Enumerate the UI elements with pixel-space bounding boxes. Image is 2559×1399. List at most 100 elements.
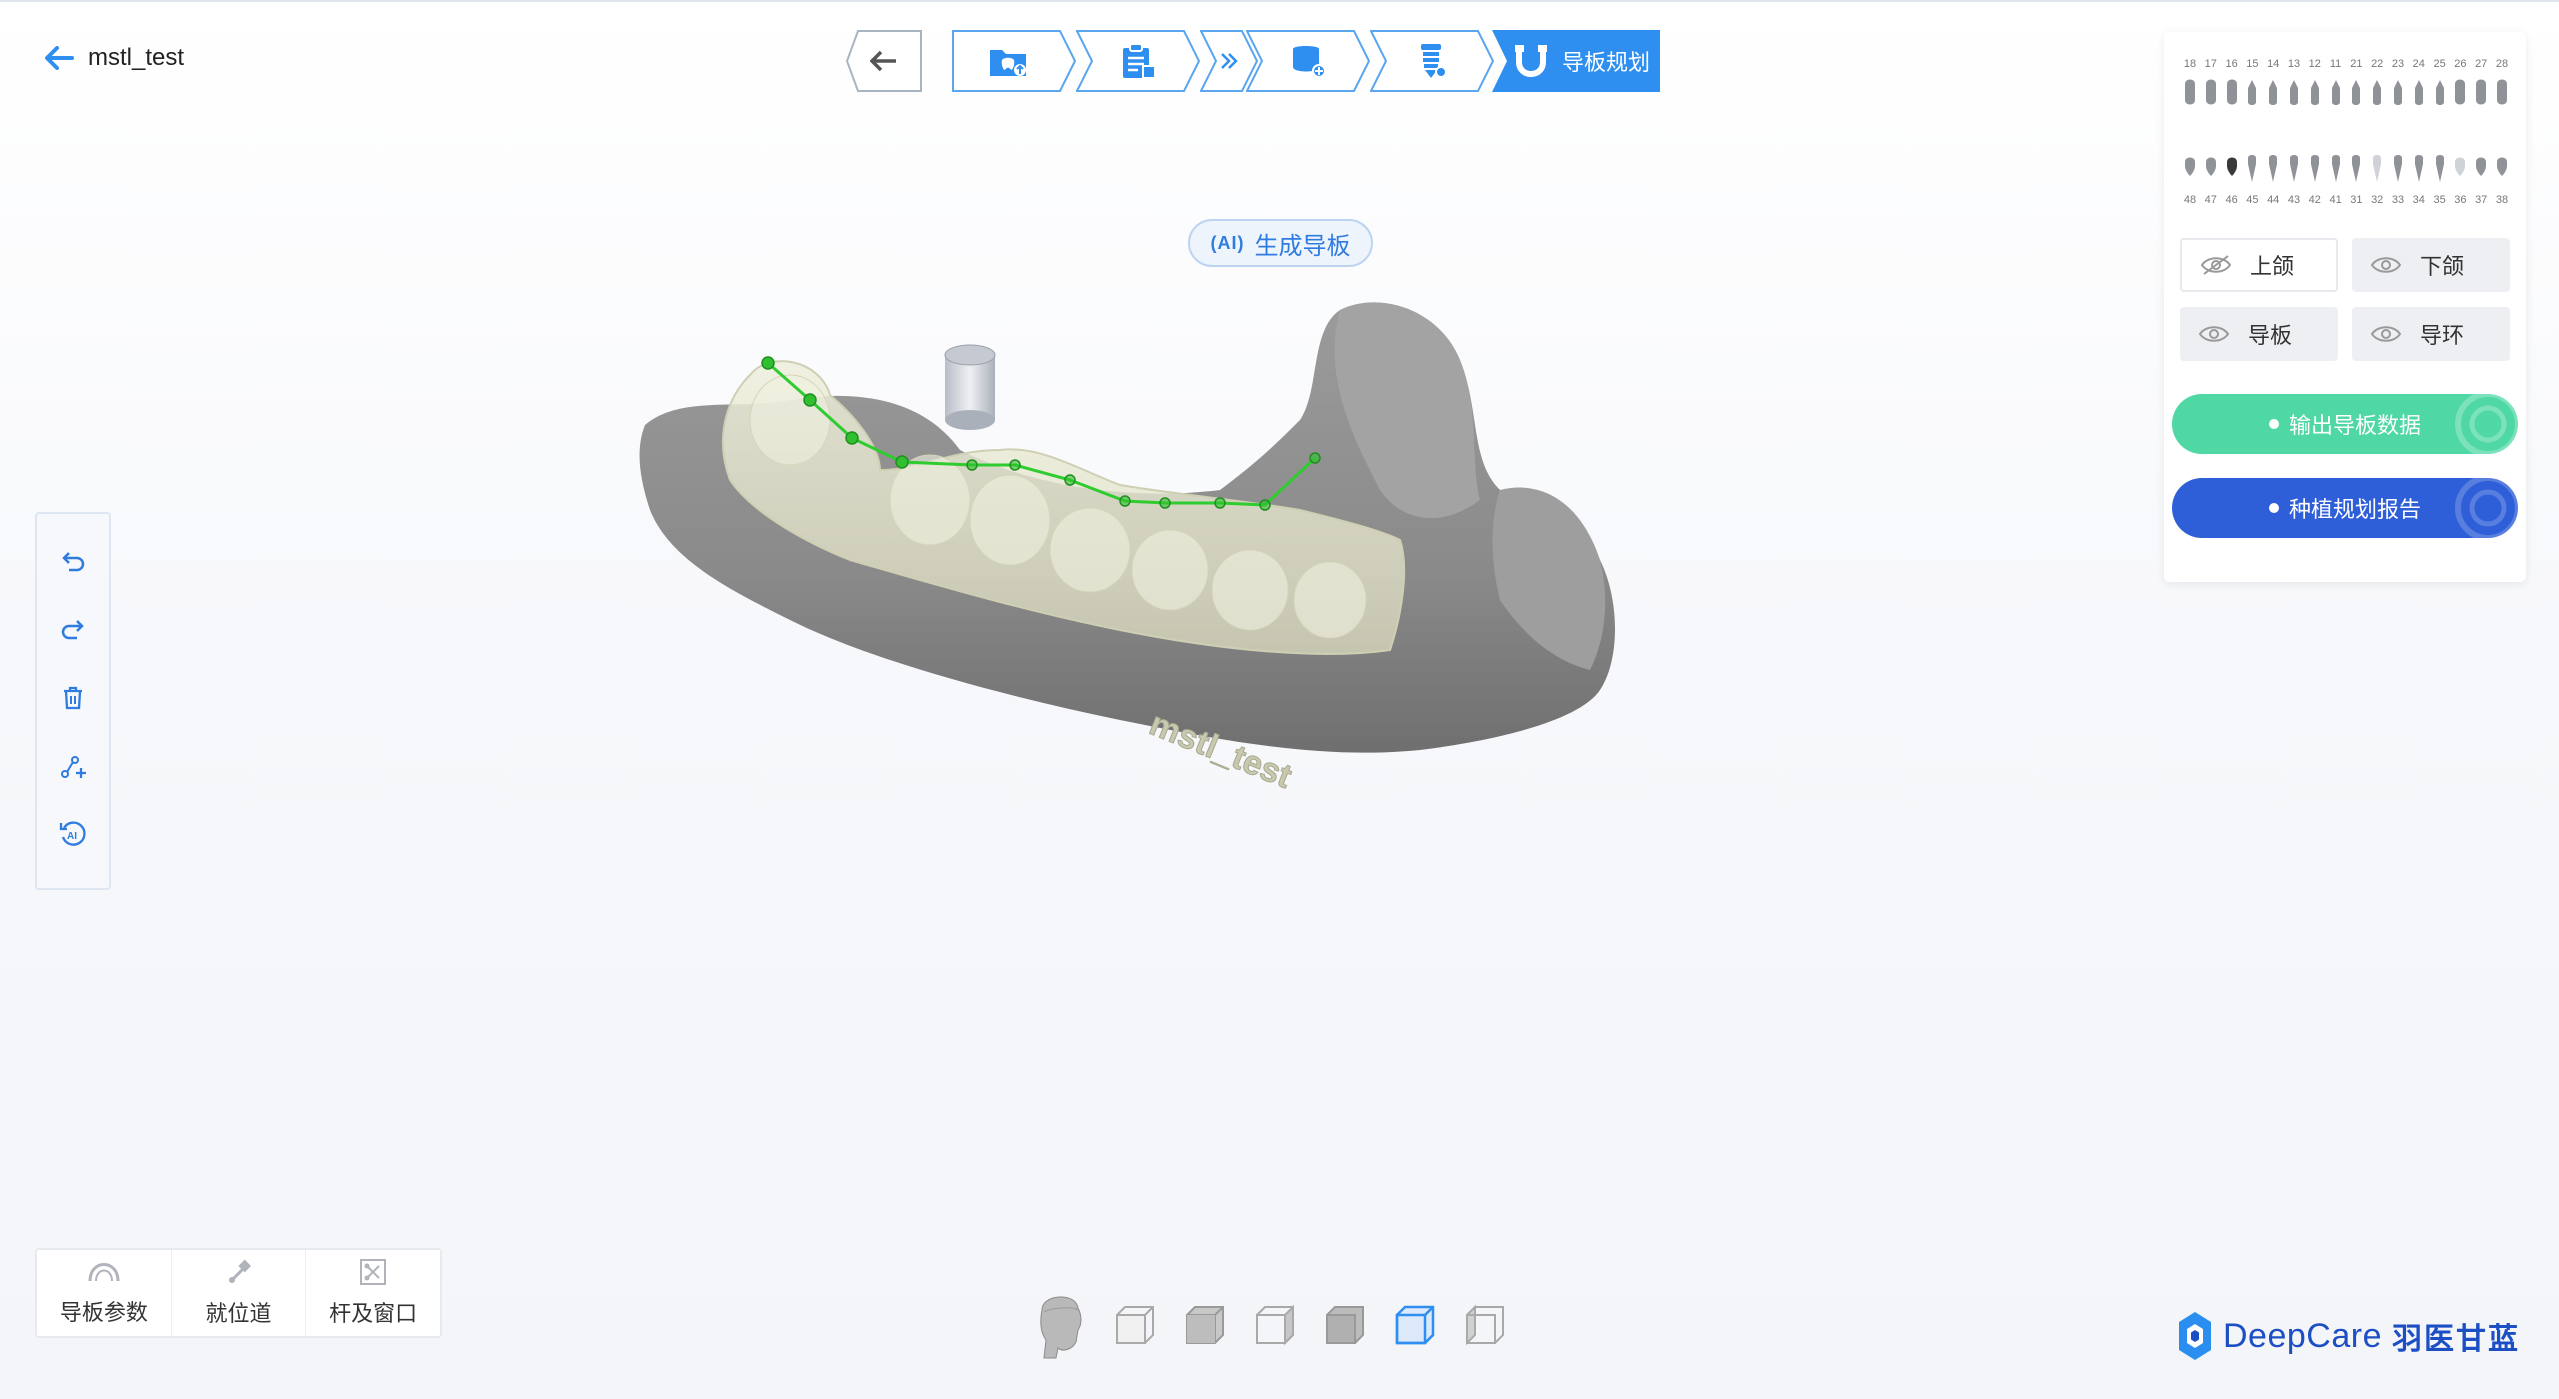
tooth-number-23: 23 [2391,58,2405,70]
cube-right-icon [1256,1304,1294,1346]
undo-icon [62,552,85,572]
clipboard-list-icon [1123,43,1156,79]
step-implant[interactable] [1370,30,1494,92]
tooth-28[interactable] [2495,78,2509,108]
toggle-guide-ring[interactable]: 导环 [2352,307,2510,361]
tooth-35[interactable] [2433,154,2447,184]
delete-button[interactable] [53,678,93,718]
guide-params-icon [88,1263,120,1282]
implant-report-button[interactable]: 种植规划报告 [2172,478,2518,538]
bottom-view-button[interactable] [1390,1300,1440,1350]
guide-params-label: 导板参数 [59,1300,148,1325]
tooth-45[interactable] [2245,154,2259,184]
tooth-21[interactable] [2349,78,2363,108]
back-to-projects[interactable]: mstl_test [44,44,184,72]
bullet-icon [2268,419,2279,429]
tooth-48[interactable] [2183,154,2197,184]
tooth-number-37: 37 [2475,194,2488,206]
tooth-24[interactable] [2412,78,2426,108]
tooth-23[interactable] [2391,78,2405,108]
tooth-32[interactable] [2370,154,2384,184]
tooth-chart: 18 17 16 15 14 13 12 11 21 22 23 24 25 26 27 28 48 47 46 45… [2180,58,2512,238]
tooth-number-43: 43 [2287,194,2301,206]
tooth-38[interactable] [2495,154,2509,184]
tooth-12[interactable] [2308,78,2322,108]
step-upload-scan[interactable] [952,30,1076,92]
tooth-46[interactable] [2225,154,2239,184]
toggle-guide[interactable]: 导板 [2180,307,2338,361]
toggle-upper-jaw[interactable]: 上颌 [2180,238,2338,292]
add-point-button[interactable] [53,746,93,786]
tooth-17[interactable] [2204,78,2218,108]
back-arrow-icon [45,46,74,70]
tooth-36[interactable] [2453,154,2467,184]
guide-label: 导板 [2248,323,2293,348]
head-view-button[interactable] [1030,1290,1090,1360]
rod-window-button[interactable]: 杆及窗口 [306,1250,440,1336]
tooth-11[interactable] [2329,78,2343,108]
eye-icon [2370,257,2402,273]
step-clipboard[interactable] [1076,30,1200,92]
tooth-number-12: 12 [2308,58,2321,70]
tooth-26[interactable] [2453,78,2467,108]
guide-ring-label: 导环 [2420,323,2465,348]
tooth-15[interactable] [2245,78,2259,108]
back-arrow-icon [870,50,896,72]
tooth-44[interactable] [2266,154,2280,184]
guide-params-button[interactable]: 导板参数 [37,1250,172,1336]
tooth-22[interactable] [2370,78,2384,108]
double-chevron-icon [1221,53,1238,69]
undo-button[interactable] [53,542,93,582]
top-border [0,0,2559,2]
tooth-number-42: 42 [2308,194,2321,206]
tooth-13[interactable] [2287,78,2301,108]
tooth-16[interactable] [2225,78,2239,108]
eye-icon [2370,326,2402,342]
head-view-icon [1040,1296,1082,1359]
toggle-lower-jaw[interactable]: 下颌 [2352,238,2510,292]
tooth-47[interactable] [2204,154,2218,184]
tooth-42[interactable] [2308,154,2322,184]
top-view-button[interactable] [1180,1300,1230,1350]
tooth-27[interactable] [2474,78,2488,108]
export-guide-data-label: 输出导板数据 [2288,413,2421,438]
tooth-number-17: 17 [2204,58,2217,70]
ai-reset-icon: AI [59,821,86,846]
ai-generate-guide-label: 生成导板 [1254,232,1351,260]
left-view-button[interactable] [1460,1300,1510,1350]
tooth-41[interactable] [2329,154,2343,184]
tooth-43[interactable] [2287,154,2301,184]
tooth-add-icon [1293,46,1326,78]
3d-viewport[interactable]: mstl_test [620,300,1790,1000]
eye-hidden-icon [2200,255,2232,275]
ai-generate-guide-button[interactable]: (AI) 生成导板 [1188,219,1373,267]
tooth-33[interactable] [2391,154,2405,184]
front-view-button[interactable] [1110,1300,1160,1350]
step-guide-planning[interactable]: 导板规划 [1492,30,1660,92]
tooth-number-28: 28 [2495,58,2509,70]
tooth-number-35: 35 [2433,194,2446,206]
right-view-button[interactable] [1250,1300,1300,1350]
export-guide-data-button[interactable]: 输出导板数据 [2172,394,2518,454]
step-tooth[interactable] [1246,30,1370,92]
tooth-number-44: 44 [2267,194,2280,206]
tooth-31[interactable] [2349,154,2363,184]
tooth-18[interactable] [2183,78,2197,108]
cube-top-icon [1186,1306,1224,1344]
tooth-number-15: 15 [2246,58,2259,70]
tooth-number-38: 38 [2495,194,2509,206]
step-back-button[interactable] [846,30,922,92]
tooth-number-36: 36 [2454,194,2467,206]
tooth-14[interactable] [2266,78,2280,108]
watermark-icon [2455,394,2518,454]
tooth-37[interactable] [2474,154,2488,184]
tooth-34[interactable] [2412,154,2426,184]
ai-reset-button[interactable]: AI [53,814,93,854]
redo-button[interactable] [53,610,93,650]
tooth-25[interactable] [2433,78,2447,108]
guide-magnet-icon [1514,45,1547,77]
seat-path-button[interactable]: 就位道 [172,1250,307,1336]
tooth-number-24: 24 [2412,58,2425,70]
back-view-button[interactable] [1320,1300,1370,1350]
guide-settings-bar: 导板参数 就位道 杆及窗口 [35,1248,442,1338]
